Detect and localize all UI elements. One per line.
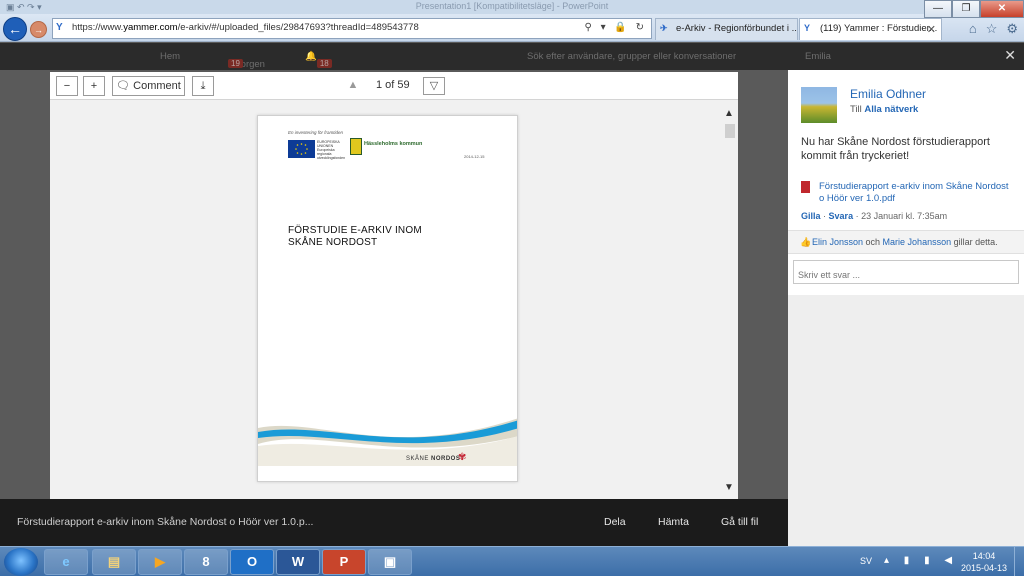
system-tray-icons[interactable]: ▴ ▮ ▮ ◀ <box>884 555 958 566</box>
settings-gear-icon[interactable]: ⚙ <box>1006 21 1018 37</box>
next-page-button[interactable]: ▽ <box>423 77 445 95</box>
thumbs-up-icon: 👍 <box>800 237 812 247</box>
network-link[interactable]: Alla nätverk <box>864 104 918 115</box>
page-date: 2014-12-15 <box>464 154 485 159</box>
tab-label: (119) Yammer : Förstudier... <box>820 23 938 34</box>
fetch-link[interactable]: Hämta <box>658 516 689 528</box>
attachment-link[interactable]: Förstudierapport e-arkiv inom Skåne Nord… <box>819 181 1009 205</box>
file-name: Förstudierapport e-arkiv inom Skåne Nord… <box>17 516 314 528</box>
taskbar-outlook[interactable]: O <box>230 549 274 575</box>
nav-home[interactable]: Hem <box>160 51 180 62</box>
file-caption-bar: Förstudierapport e-arkiv inom Skåne Nord… <box>0 499 788 546</box>
window-title: Presentation1 [Kompatibilitetsläge] - Po… <box>415 1 609 11</box>
browser-navbar: ← → Y https://www.yammer.com/e-arkiv/#/u… <box>0 14 1024 42</box>
author-name[interactable]: Emilia Odhner <box>850 87 926 101</box>
document-viewer: − + 🗨 Comment ⤓ ▲ 1 of 59 ▽ En investeri… <box>50 72 738 499</box>
tab-yammer[interactable]: Y (119) Yammer : Förstudier... ✕ <box>799 18 942 40</box>
post-card: Emilia Odhner Till Alla nätverk Nu har S… <box>788 70 1024 295</box>
home-icon[interactable]: ⌂ <box>969 21 977 37</box>
eu-text: EUROPEISKA UNIONEN Europeiska regionala … <box>317 140 346 160</box>
tab-label: e-Arkiv - Regionförbundet i ... <box>676 23 798 34</box>
maximize-button[interactable]: ❐ <box>952 0 980 18</box>
municipality-name: Hässleholms kommun <box>364 141 423 147</box>
viewer-toolbar: − + 🗨 Comment ⤓ ▲ 1 of 59 ▽ <box>50 72 738 100</box>
post-time: · 23 Januari kl. 7:35am <box>855 211 948 221</box>
flower-logo-icon: ✾ <box>458 452 467 463</box>
start-button[interactable] <box>4 548 38 576</box>
share-link[interactable]: Dela <box>604 516 626 528</box>
language-indicator[interactable]: SV <box>860 556 872 566</box>
likes-text: Elin Jonsson och Marie Johansson gillar … <box>812 237 998 247</box>
taskbar-clock[interactable]: 14:04 2015-04-13 <box>960 550 1008 574</box>
hassleholm-coat-of-arms <box>350 138 362 155</box>
close-tab-icon[interactable]: ✕ <box>927 23 936 36</box>
conversation-panel: Emilia Odhner Till Alla nätverk Nu har S… <box>788 70 1024 546</box>
forward-button[interactable]: → <box>30 21 47 38</box>
zoom-out-button[interactable]: − <box>56 76 78 96</box>
taskbar-explorer[interactable]: ▤ <box>92 549 136 575</box>
liker-link[interactable]: Marie Johansson <box>883 237 952 247</box>
pdf-page: En investering för framtiden EUROPEISKA … <box>257 115 518 482</box>
browser-toolbar-icons: ⌂ ☆ ⚙ <box>969 21 1018 37</box>
go-to-file-link[interactable]: Gå till fil <box>721 516 758 528</box>
like-link[interactable]: Gilla <box>801 211 821 221</box>
window-titlebar: ▣ ↶ ↷ ▾ Presentation1 [Kompatibilitetslä… <box>0 0 1024 14</box>
reply-input[interactable] <box>793 260 1019 284</box>
post-meta: Gilla · Svara · 23 Januari kl. 7:35am <box>801 211 948 221</box>
address-url[interactable]: https://www.yammer.com/e-arkiv/#/uploade… <box>72 22 419 33</box>
eu-flag-logo <box>288 140 315 158</box>
scroll-down-icon[interactable]: ▼ <box>724 482 734 493</box>
taskbar-media[interactable]: ▶ <box>138 549 182 575</box>
user-menu[interactable]: Emilia <box>805 51 831 62</box>
document-title: FÖRSTUDIE E-ARKIV INOM SKÅNE NORDOST <box>288 225 422 248</box>
scroll-thumb[interactable] <box>725 124 735 138</box>
taskbar-ie[interactable]: e <box>44 549 88 575</box>
post-recipient: Till Alla nätverk <box>850 104 919 115</box>
close-window-button[interactable]: ✕ <box>980 0 1024 18</box>
notifications-count-badge: 18 <box>316 59 332 68</box>
zoom-in-button[interactable]: + <box>83 76 105 96</box>
taskbar-powerpoint[interactable]: P <box>322 549 366 575</box>
decorative-waves <box>258 418 517 466</box>
pin-icon: ✈ <box>660 23 668 33</box>
window-controls: — ❐ ✕ <box>924 0 1024 18</box>
viewer-scrollbar[interactable]: ▲ ▼ <box>722 102 738 499</box>
page-tagline: En investering för framtiden <box>288 130 344 135</box>
taskbar-keepass[interactable]: 8 <box>184 549 228 575</box>
search-input[interactable]: Sök efter användare, grupper eller konve… <box>527 51 736 62</box>
taskbar-word[interactable]: W <box>276 549 320 575</box>
pdf-file-icon <box>801 181 810 193</box>
inbox-count-badge: 19 <box>228 59 243 68</box>
address-controls[interactable]: ⚲ ▾ 🔒 ↻ <box>584 22 647 33</box>
prev-page-button[interactable]: ▲ <box>342 77 364 95</box>
download-button[interactable]: ⤓ <box>192 76 214 96</box>
liker-link[interactable]: Elin Jonsson <box>812 237 863 247</box>
show-desktop-button[interactable] <box>1014 547 1024 576</box>
skane-nordost-logo: SKÅNE NORDOST <box>406 456 465 462</box>
yammer-favicon-icon: Y <box>56 22 63 33</box>
yammer-header: Hem Inkorgen 19 🔔 18 Sök efter användare… <box>0 43 1024 70</box>
avatar[interactable] <box>801 87 837 123</box>
taskbar-screen[interactable]: ▣ <box>368 549 412 575</box>
tab-e-arkiv[interactable]: ✈ e-Arkiv - Regionförbundet i ... <box>655 18 798 40</box>
favorites-star-icon[interactable]: ☆ <box>986 21 998 37</box>
notifications[interactable]: 🔔 18 <box>305 51 332 68</box>
reply-link[interactable]: Svara <box>829 211 854 221</box>
back-button[interactable]: ← <box>3 17 27 41</box>
comment-button[interactable]: 🗨 Comment <box>112 76 185 96</box>
address-bar[interactable]: Y https://www.yammer.com/e-arkiv/#/uploa… <box>52 18 652 39</box>
comment-icon: 🗨 <box>116 80 131 92</box>
likes-row: 👍 Elin Jonsson och Marie Johansson gilla… <box>788 230 1024 254</box>
scroll-up-icon[interactable]: ▲ <box>724 108 734 119</box>
minimize-button[interactable]: — <box>924 0 952 18</box>
windows-taskbar: e ▤ ▶ 8 O W P ▣ SV ▴ ▮ ▮ ◀ 14:04 2015-04… <box>0 546 1024 576</box>
page-indicator: 1 of 59 <box>376 79 410 91</box>
close-overlay-icon[interactable]: ✕ <box>1004 47 1016 64</box>
yammer-icon: Y <box>804 23 811 33</box>
post-message: Nu har Skåne Nordost förstudierapport ko… <box>801 136 990 162</box>
